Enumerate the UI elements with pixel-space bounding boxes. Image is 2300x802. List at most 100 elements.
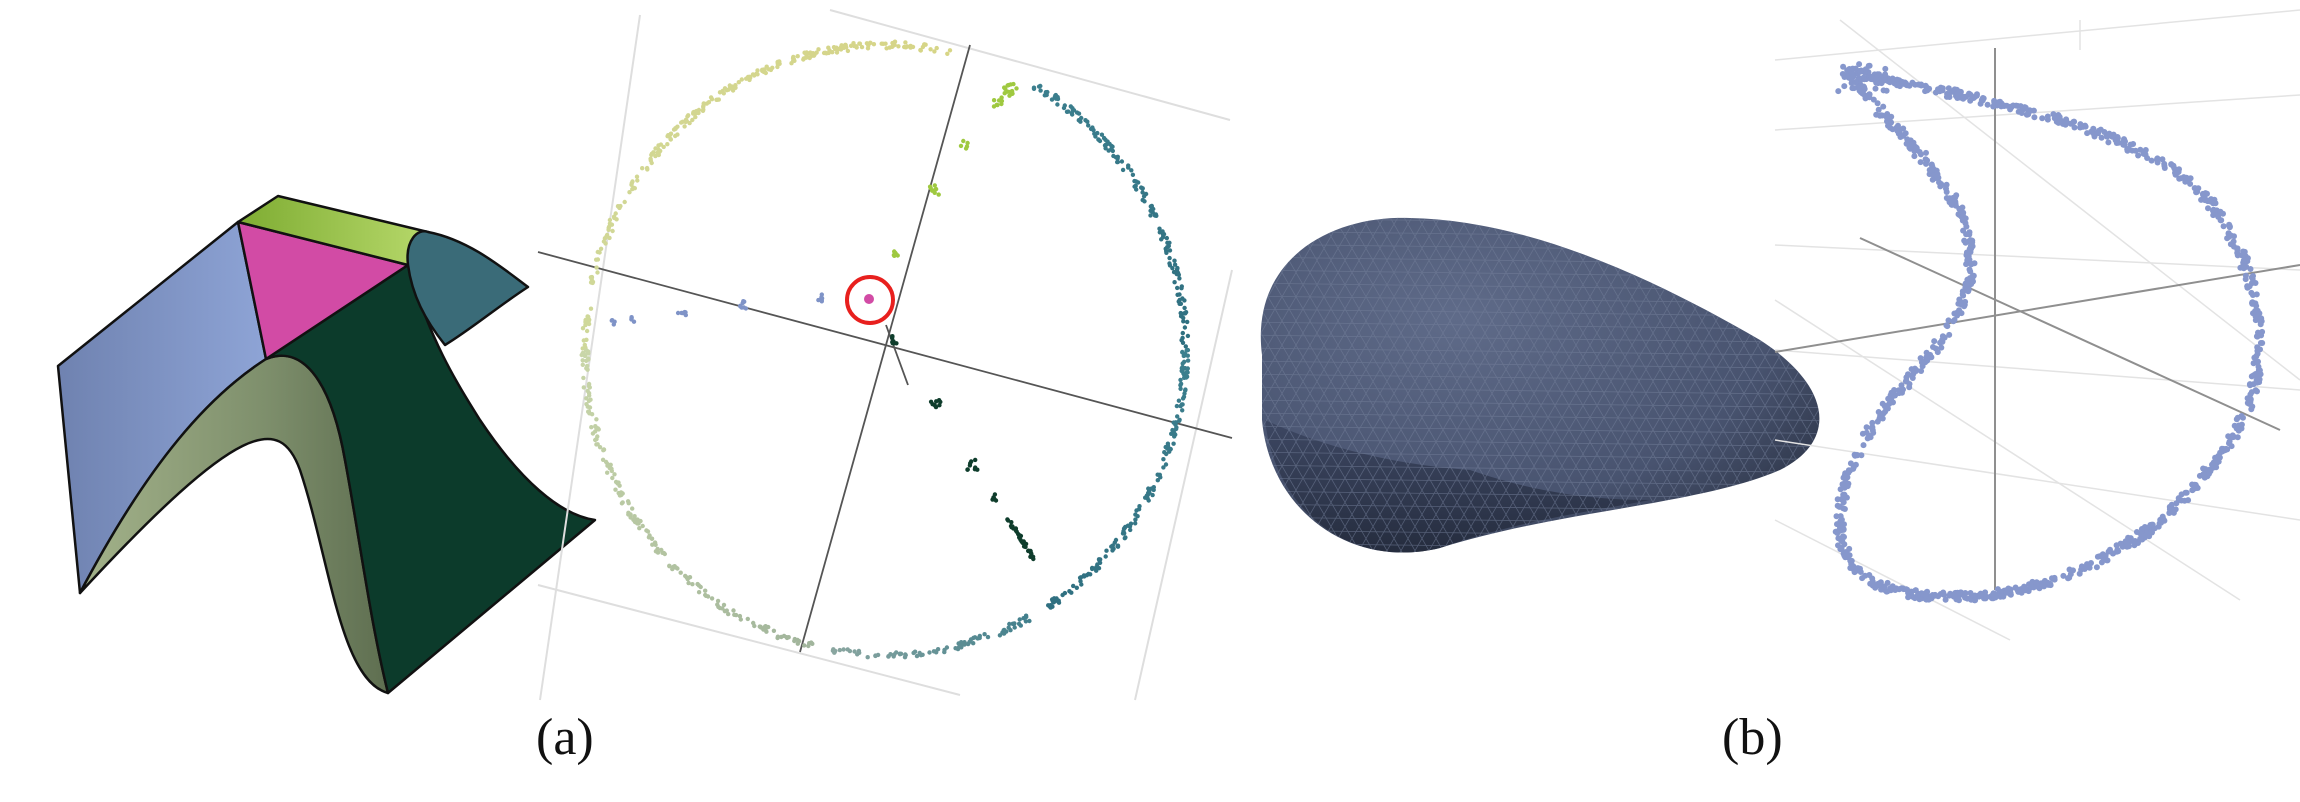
ring-point xyxy=(732,612,737,617)
mesh-edge xyxy=(680,200,900,580)
panel-a-surface-model xyxy=(56,194,597,695)
mesh-edge xyxy=(1898,200,2118,580)
mesh-edge xyxy=(908,200,1128,580)
cluster-point xyxy=(1011,81,1016,87)
ring-point xyxy=(802,643,807,648)
curve-point xyxy=(2233,416,2240,423)
cluster-point xyxy=(819,299,824,304)
curve-point xyxy=(2220,223,2227,230)
ring-point xyxy=(634,174,640,179)
ring-point xyxy=(1178,381,1184,386)
curve-point xyxy=(2091,133,2098,140)
ring-point xyxy=(673,565,679,570)
ring-point xyxy=(586,315,591,321)
cluster-point xyxy=(1031,556,1036,562)
curve-point xyxy=(1853,452,1860,458)
ring-point xyxy=(985,634,991,640)
ring-point xyxy=(1154,213,1159,218)
cluster-point xyxy=(928,399,934,404)
curve-point xyxy=(2161,160,2168,167)
mesh-edge xyxy=(2220,200,2300,580)
ring-point xyxy=(1074,585,1080,590)
curve-point xyxy=(1888,119,1895,126)
ring-point xyxy=(1060,592,1065,598)
ring-point xyxy=(1103,137,1108,142)
curve-point xyxy=(2062,119,2069,126)
mesh-edge xyxy=(736,200,956,580)
ring-point xyxy=(1133,179,1139,184)
ring-point xyxy=(588,306,594,311)
curve-point xyxy=(2154,155,2161,162)
mesh-edge xyxy=(1874,200,2094,580)
curve-point xyxy=(1964,255,1971,262)
curve-point xyxy=(1851,85,1857,92)
curve-point xyxy=(1902,378,1909,385)
ring-point xyxy=(648,158,653,163)
ring-point xyxy=(709,97,715,102)
curve-point xyxy=(1930,344,1936,350)
ring-point xyxy=(1129,168,1134,173)
ring-point xyxy=(801,56,806,61)
ring-point xyxy=(665,134,670,139)
ring-point xyxy=(698,584,703,590)
ring-point xyxy=(618,203,623,209)
ring-point xyxy=(1048,605,1053,610)
ring-point xyxy=(703,588,708,593)
curve-point xyxy=(1866,94,1873,101)
curve-point xyxy=(1909,79,1916,86)
curve-point xyxy=(2257,321,2264,328)
ring-point xyxy=(687,120,692,126)
ring-point xyxy=(630,506,635,511)
curve-point xyxy=(1874,100,1881,107)
ring-point xyxy=(823,50,828,55)
curve-point xyxy=(1939,338,1946,345)
ring-point xyxy=(739,77,744,82)
curve-point xyxy=(2253,377,2260,383)
curve-point xyxy=(2234,245,2241,252)
mesh-edge xyxy=(1016,200,1236,580)
curve-point xyxy=(1963,231,1970,238)
ring-point xyxy=(1183,344,1189,349)
curve-point xyxy=(1899,78,1906,85)
ring-point xyxy=(1175,285,1180,291)
curve-point xyxy=(1840,499,1847,506)
curve-point xyxy=(1836,503,1843,510)
cluster-point xyxy=(1023,544,1028,550)
ring-point xyxy=(831,45,837,50)
ring-point xyxy=(1109,544,1114,549)
mesh-edge xyxy=(698,200,918,580)
mesh-edge xyxy=(2112,200,2300,580)
curve-point xyxy=(2031,114,2038,121)
ring-point xyxy=(1176,398,1182,403)
cluster-point xyxy=(958,143,964,149)
ring-point xyxy=(1172,262,1178,267)
curve-point xyxy=(2030,584,2037,591)
mesh-edge xyxy=(1260,217,1269,553)
curve-point xyxy=(1968,261,1975,268)
ring-point xyxy=(1183,310,1189,315)
ring-point xyxy=(1061,105,1067,111)
curve-point xyxy=(1912,587,1919,594)
ring-point xyxy=(1090,125,1095,130)
mesh-edge xyxy=(974,200,1194,580)
ring-point xyxy=(1180,330,1186,336)
ring-point xyxy=(1146,488,1152,494)
ring-point xyxy=(715,602,720,607)
ring-point xyxy=(1178,314,1184,319)
curve-point xyxy=(2247,391,2254,398)
ring-point xyxy=(1155,478,1161,483)
curve-point xyxy=(1847,557,1854,564)
curve-point xyxy=(1949,198,1956,204)
ring-point xyxy=(580,326,586,331)
ring-point xyxy=(947,48,953,53)
ring-point xyxy=(914,653,920,659)
mesh-edge xyxy=(880,200,1100,580)
curve-point xyxy=(1940,589,1947,596)
curve-point xyxy=(1933,173,1940,180)
ring-point xyxy=(903,652,908,658)
cluster-point xyxy=(890,334,895,339)
ring-point xyxy=(750,72,756,77)
curve-point xyxy=(2102,552,2109,559)
mesh-edge xyxy=(778,200,998,580)
curve-point xyxy=(2234,434,2241,441)
